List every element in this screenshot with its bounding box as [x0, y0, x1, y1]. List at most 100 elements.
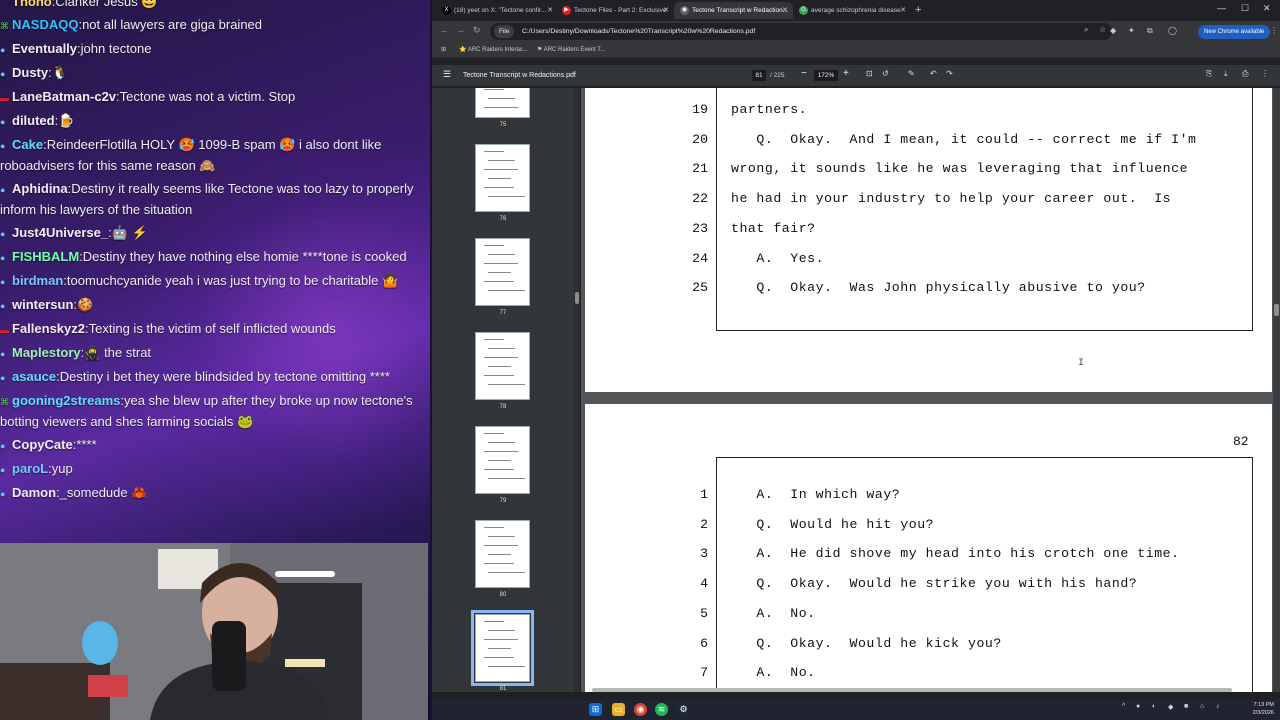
extension-icon[interactable]: ✦ — [1128, 26, 1135, 35]
extensions-puzzle-icon[interactable]: ⧉ — [1147, 26, 1153, 36]
chat-username[interactable]: Damon — [12, 485, 56, 500]
bookmark-label: ARC Raiders Interac... — [467, 47, 528, 53]
tray-app-icon[interactable]: ◐ — [1152, 703, 1156, 710]
chat-text: yup — [51, 461, 73, 476]
page-thumbnail[interactable] — [475, 332, 530, 400]
new-chrome-available-button[interactable]: New Chrome available — [1198, 25, 1271, 39]
zoom-input[interactable]: 172% — [814, 70, 838, 81]
page-thumbnail[interactable] — [475, 238, 530, 306]
tray-app-icon[interactable]: ◆ — [1168, 703, 1173, 711]
chat-username[interactable]: CopyCate — [12, 437, 73, 452]
undo-icon[interactable]: ↶ — [930, 69, 937, 78]
redo-icon[interactable]: ↷ — [946, 69, 953, 78]
chat-username[interactable]: paroL — [12, 461, 48, 476]
line-text: Q. Okay. And I mean, it could -- correct… — [731, 131, 1197, 147]
save-icon[interactable]: ⎘ — [1206, 69, 1212, 79]
zoom-icon[interactable]: ⌕ — [1084, 25, 1088, 35]
tab-google[interactable]: G average schizophrenia disease ✕ — [793, 2, 911, 19]
file-explorer-icon[interactable]: ▭ — [612, 703, 625, 716]
back-icon[interactable]: ← — [440, 25, 449, 35]
chat-username[interactable]: Eventually — [12, 41, 77, 56]
windows-start-icon[interactable]: ⊞ — [589, 703, 602, 716]
thumbnail-page-number: 76 — [499, 216, 507, 222]
chat-text: 🥷 the strat — [84, 345, 152, 360]
close-icon[interactable]: ✕ — [547, 2, 553, 19]
minimize-icon[interactable]: — — [1217, 3, 1226, 13]
print-icon[interactable]: ⎙ — [1242, 69, 1248, 79]
url-text[interactable]: C:/Users/Destiny/Downloads/Tectone%20Tra… — [522, 23, 755, 40]
tray-app-icon[interactable]: ● — [1136, 703, 1140, 710]
apps-icon[interactable]: ⊞ — [441, 42, 446, 58]
pdf-viewer[interactable]: 19 partners. 20 Q. Okay. And I mean, it co… — [581, 88, 1280, 692]
tab-twitter[interactable]: X (18) yeet on X: "Tectone confir... ✕ — [436, 2, 558, 19]
tab-pdf[interactable]: ◉ Tectone Transcript w Redaction... ✕ — [674, 2, 793, 19]
more-options-icon[interactable]: ⋮ — [1261, 69, 1269, 78]
forward-icon[interactable]: → — [456, 25, 465, 35]
chat-username[interactable]: Maplestory — [12, 345, 81, 360]
page-thumbnail[interactable] — [475, 426, 530, 494]
maximize-icon[interactable]: ☐ — [1241, 3, 1249, 14]
zoom-out-icon[interactable]: − — [801, 68, 807, 79]
bookmark-arc-interactive[interactable]: ⭐ ARC Raiders Interac... — [459, 42, 528, 58]
volume-icon[interactable]: ♪ — [1216, 703, 1220, 710]
zoom-in-icon[interactable]: + — [843, 68, 849, 79]
extension-icon[interactable]: ◆ — [1110, 26, 1116, 35]
close-icon[interactable]: ✕ — [663, 2, 669, 19]
scroll-thumb[interactable] — [575, 292, 579, 304]
horizontal-scrollbar[interactable] — [592, 688, 1232, 692]
chat-username[interactable]: birdman — [12, 273, 63, 288]
network-icon[interactable]: ⌂ — [1200, 703, 1204, 710]
chat-username[interactable]: Aphidina — [12, 181, 68, 196]
profile-icon[interactable]: ◯ — [1168, 26, 1177, 35]
chat-username[interactable]: Thono — [12, 0, 52, 9]
thumbnail-scrollbar[interactable] — [574, 88, 580, 692]
chat-badge-icon: ⌘ — [0, 21, 9, 31]
reload-icon[interactable]: ↻ — [473, 25, 481, 36]
chat-badge-icon: ● — [0, 301, 6, 311]
window-close-icon[interactable]: ✕ — [1263, 3, 1271, 14]
fit-page-icon[interactable]: ⊡ — [866, 69, 873, 78]
page-thumbnail[interactable] — [475, 88, 530, 118]
page-thumbnail[interactable] — [475, 144, 530, 212]
bookmark-star-icon[interactable]: ☆ — [1099, 25, 1106, 34]
chat-username[interactable]: Just4Universe_ — [12, 225, 108, 240]
chat-username[interactable]: NASDAQQ — [12, 17, 78, 32]
annotate-icon[interactable]: ✎ — [908, 69, 915, 78]
omnibox[interactable]: File C:/Users/Destiny/Downloads/Tectone%… — [490, 23, 1112, 40]
rotate-icon[interactable]: ↺ — [882, 69, 889, 78]
system-clock[interactable]: 7:13 PM 2/3/2026 — [1244, 701, 1274, 717]
page-number-input[interactable]: 81 — [752, 70, 766, 81]
chat-username[interactable]: diluted — [12, 113, 55, 128]
chat-username[interactable]: wintersun — [12, 297, 73, 312]
sidebar-menu-icon[interactable]: ☰ — [443, 69, 451, 80]
page-thumbnail[interactable] — [471, 610, 534, 686]
chat-username[interactable]: Cake — [12, 137, 43, 152]
vertical-scrollbar[interactable] — [1273, 88, 1280, 692]
chat-username[interactable]: gooning2streams — [12, 393, 120, 408]
close-icon[interactable]: ✕ — [900, 2, 906, 19]
tray-app-icon[interactable]: ■ — [1184, 703, 1188, 710]
file-chip[interactable]: File — [494, 25, 515, 38]
chat-username[interactable]: asauce — [12, 369, 56, 384]
tab-youtube[interactable]: ▶ Tectone Files - Part 2: Exclusive ✕ — [556, 2, 674, 19]
chrome-icon[interactable]: ◉ — [634, 703, 647, 716]
download-icon[interactable]: ⤓ — [1224, 69, 1228, 79]
chat-username[interactable]: FISHBALM — [12, 249, 79, 264]
close-icon[interactable]: ✕ — [782, 2, 788, 19]
pdf-page-81: 19 partners. 20 Q. Okay. And I mean, it co… — [585, 88, 1272, 392]
tab-title: Tectone Files - Part 2: Exclusive — [574, 7, 667, 14]
new-tab-button[interactable]: + — [915, 2, 921, 18]
chat-username[interactable]: LaneBatman-c2v — [12, 89, 116, 104]
more-menu-icon[interactable]: ⋮ — [1270, 26, 1278, 35]
spotify-icon[interactable]: ≋ — [655, 703, 668, 716]
chat-badge-icon: ● — [0, 45, 6, 55]
chat-username[interactable]: Fallenskyz2 — [12, 321, 85, 336]
tray-chevron-icon[interactable]: ^ — [1122, 703, 1125, 710]
chat-username[interactable]: Dusty — [12, 65, 48, 80]
page-thumbnail[interactable] — [475, 520, 530, 588]
scroll-thumb[interactable] — [1274, 304, 1279, 316]
bookmark-arc-event[interactable]: ⚑ ARC Raiders Event T... — [537, 42, 605, 58]
line-number: 6 — [700, 635, 708, 651]
steam-icon[interactable]: ⚙ — [677, 703, 690, 716]
line-text: wrong, it sounds like he was leveraging … — [731, 161, 1189, 177]
